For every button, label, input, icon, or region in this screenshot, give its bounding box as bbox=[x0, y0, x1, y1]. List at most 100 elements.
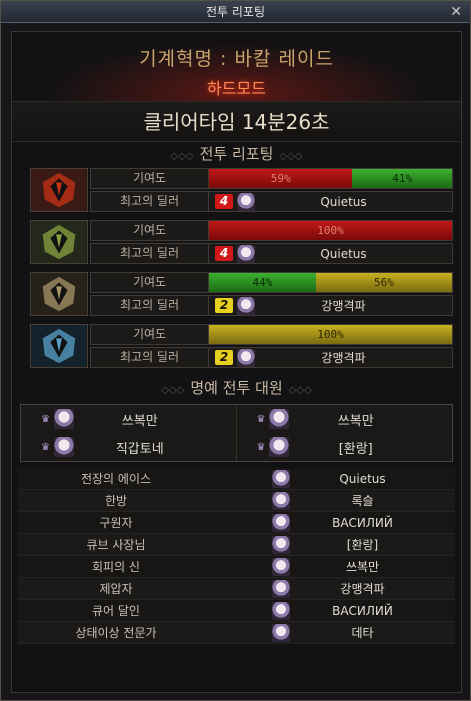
top-dealer-line: 최고의 딜러 2 강맹격파 bbox=[90, 295, 453, 316]
contribution-segment: 100% bbox=[209, 325, 452, 344]
award-row: 회피의 신 쓰복만 bbox=[18, 556, 455, 578]
top-dealer-line: 최고의 딜러 4 Quietus bbox=[90, 191, 453, 212]
contribution-label: 기여도 bbox=[91, 325, 209, 344]
avatar bbox=[272, 513, 290, 532]
avatar bbox=[272, 579, 290, 598]
contribution-bar: 100% bbox=[209, 221, 452, 240]
contribution-bar: 100% bbox=[209, 325, 452, 344]
ornament-icon: ◇◇◇ bbox=[170, 151, 194, 162]
crown-icon: ♛ bbox=[256, 413, 266, 425]
contribution-line: 기여도 44% 56% bbox=[90, 272, 453, 293]
boss-report-lines: 기여도 100% 최고의 딜러 2 강맹격파 bbox=[90, 324, 453, 368]
honor-member-name: 쓰복만 bbox=[337, 413, 374, 429]
boss-report-list: 기여도 59% 41% 최고의 딜러 4 Quietus 기여도 100% 최고의 딜러 4 Qui… bbox=[12, 168, 461, 368]
boss-report-row: 기여도 59% 41% 최고의 딜러 4 Quietus bbox=[16, 168, 457, 212]
battle-report-window: 전투 리포팅 ✕ 기계혁명 : 바칼 레이드 하드모드 클리어타임 14분26초… bbox=[0, 0, 471, 701]
party-number-badge: 2 bbox=[215, 350, 233, 365]
top-dealer[interactable]: 4 Quietus bbox=[209, 244, 452, 263]
report-panel: 기계혁명 : 바칼 레이드 하드모드 클리어타임 14분26초 ◇◇◇ 전투 리포… bbox=[11, 31, 462, 693]
avatar bbox=[269, 437, 290, 457]
award-title: 전장의 에이스 bbox=[80, 472, 152, 486]
award-player-name[interactable]: 데타 bbox=[290, 624, 455, 641]
top-dealer[interactable]: 2 강맹격파 bbox=[209, 348, 452, 367]
award-row: 구원자 ВАСИЛИЙ bbox=[18, 512, 455, 534]
honor-member-name: 직갑토네 bbox=[115, 441, 164, 457]
award-player-name[interactable]: 록슬 bbox=[290, 492, 455, 509]
award-player-name[interactable]: Quietus bbox=[290, 472, 455, 486]
gold-boss-icon bbox=[30, 272, 88, 316]
avatar bbox=[237, 296, 255, 315]
contribution-line: 기여도 100% bbox=[90, 324, 453, 345]
top-dealer-label: 최고의 딜러 bbox=[91, 244, 209, 263]
contribution-segment: 100% bbox=[209, 221, 452, 240]
party-number-badge: 4 bbox=[215, 246, 233, 261]
battle-report-heading: ◇◇◇ 전투 리포팅 ◇◇◇ bbox=[12, 142, 461, 166]
blue-boss-icon bbox=[30, 324, 88, 368]
ornament-icon: ◇◇◇ bbox=[279, 151, 303, 162]
contribution-segment: 44% bbox=[209, 273, 316, 292]
award-player-name[interactable]: 강맹격파 bbox=[290, 580, 455, 597]
honor-member-name: [환랑] bbox=[338, 441, 373, 457]
top-dealer[interactable]: 2 강맹격파 bbox=[209, 296, 452, 315]
avatar bbox=[53, 437, 74, 457]
boss-report-lines: 기여도 44% 56% 최고의 딜러 2 강맹격파 bbox=[90, 272, 453, 316]
top-dealer-label: 최고의 딜러 bbox=[91, 192, 209, 211]
difficulty-label: 하드모드 bbox=[207, 79, 266, 98]
honor-member[interactable]: ♛ 쓰복만 bbox=[237, 405, 453, 433]
award-row: 한방 록슬 bbox=[18, 490, 455, 512]
boss-report-lines: 기여도 100% 최고의 딜러 4 Quietus bbox=[90, 220, 453, 264]
contribution-label: 기여도 bbox=[91, 221, 209, 240]
crown-icon: ♛ bbox=[256, 441, 266, 453]
award-row: 전장의 에이스 Quietus bbox=[18, 468, 455, 490]
party-number-badge: 4 bbox=[215, 194, 233, 209]
battle-report-title: 전투 리포팅 bbox=[199, 145, 274, 163]
award-title: 구원자 bbox=[99, 516, 133, 530]
award-row: 큐어 달인 ВАСИЛИЙ bbox=[18, 600, 455, 622]
crown-icon: ♛ bbox=[41, 413, 50, 425]
top-dealer-line: 최고의 딜러 4 Quietus bbox=[90, 243, 453, 264]
award-title: 제압자 bbox=[99, 582, 133, 596]
award-list: 전장의 에이스 Quietus 한방 록슬 구원자 ВАСИЛИЙ 큐브 사장님 [환랑] 회피… bbox=[18, 468, 455, 644]
award-player-name[interactable]: 쓰복만 bbox=[290, 558, 455, 575]
honor-member-name: 쓰복만 bbox=[121, 413, 158, 429]
dealer-name: 강맹격파 bbox=[321, 299, 366, 313]
honor-members: ♛ 쓰복만 ♛ 쓰복만 ♛ 직갑토네 ♛ [환랑] bbox=[20, 404, 453, 462]
award-row: 상태이상 전문가 데타 bbox=[18, 622, 455, 644]
avatar bbox=[272, 491, 290, 510]
crown-icon: ♛ bbox=[41, 441, 50, 453]
honor-member[interactable]: ♛ [환랑] bbox=[237, 433, 453, 461]
award-title: 큐어 달인 bbox=[92, 604, 140, 618]
dealer-name: 강맹격파 bbox=[321, 351, 366, 365]
honor-member[interactable]: ♛ 쓰복만 bbox=[21, 405, 237, 433]
ornament-icon: ◇◇◇ bbox=[288, 385, 312, 396]
contribution-segment: 59% bbox=[209, 169, 353, 188]
avatar bbox=[272, 469, 290, 488]
top-dealer-line: 최고의 딜러 2 강맹격파 bbox=[90, 347, 453, 368]
contribution-segment: 56% bbox=[315, 273, 452, 292]
contribution-bar: 59% 41% bbox=[209, 169, 452, 188]
dealer-name: Quietus bbox=[320, 246, 367, 261]
dungeon-name: 기계혁명 : 바칼 레이드 bbox=[139, 48, 334, 70]
avatar bbox=[272, 623, 290, 642]
party-number-badge: 2 bbox=[215, 298, 233, 313]
honor-title: 명예 전투 대원 bbox=[190, 379, 283, 397]
award-player-name[interactable]: ВАСИЛИЙ bbox=[290, 604, 455, 618]
award-player-name[interactable]: ВАСИЛИЙ bbox=[290, 516, 455, 530]
award-player-name[interactable]: [환랑] bbox=[290, 536, 455, 553]
contribution-segment: 41% bbox=[352, 169, 452, 188]
window-title: 전투 리포팅 bbox=[205, 5, 265, 19]
green-boss-icon bbox=[30, 220, 88, 264]
dungeon-header: 기계혁명 : 바칼 레이드 하드모드 bbox=[12, 32, 461, 102]
close-icon[interactable]: ✕ bbox=[450, 1, 462, 23]
boss-report-row: 기여도 100% 최고의 딜러 2 강맹격파 bbox=[16, 324, 457, 368]
title-bar[interactable]: 전투 리포팅 ✕ bbox=[1, 1, 470, 23]
contribution-bar: 44% 56% bbox=[209, 273, 452, 292]
top-dealer[interactable]: 4 Quietus bbox=[209, 192, 452, 211]
boss-report-row: 기여도 44% 56% 최고의 딜러 2 강맹격파 bbox=[16, 272, 457, 316]
honor-member[interactable]: ♛ 직갑토네 bbox=[21, 433, 237, 461]
boss-report-lines: 기여도 59% 41% 최고의 딜러 4 Quietus bbox=[90, 168, 453, 212]
award-title: 회피의 신 bbox=[92, 560, 140, 574]
award-title: 상태이상 전문가 bbox=[75, 626, 157, 640]
avatar bbox=[237, 192, 255, 211]
top-dealer-label: 최고의 딜러 bbox=[91, 296, 209, 315]
